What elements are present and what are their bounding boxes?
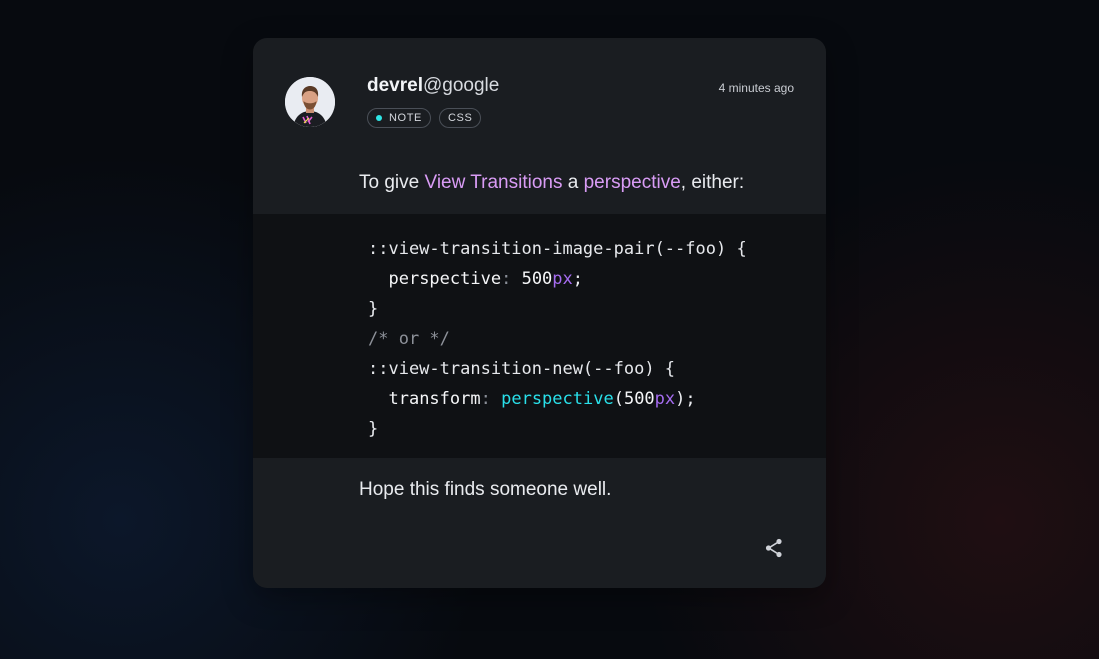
code-unit: px	[552, 269, 573, 289]
share-button[interactable]	[762, 536, 786, 560]
code-colon: :	[480, 389, 491, 409]
author-name[interactable]: devrel@google	[367, 74, 499, 98]
author-user: devrel	[367, 75, 423, 96]
post-card: devrel@google 4 minutes ago NOTE CSS To …	[253, 38, 826, 588]
code-line-1: ::view-transition-image-pair(--foo) {	[368, 234, 747, 264]
code-line-3: }	[368, 294, 747, 324]
intro-text-middle: a	[562, 172, 584, 193]
code-line-4: /* or */	[368, 324, 747, 354]
code-semicolon: );	[675, 389, 696, 409]
intro-text-start: To give	[359, 172, 425, 193]
author-domain: @google	[422, 75, 500, 96]
code-function: perspective	[501, 389, 614, 409]
code-semicolon: ;	[572, 269, 584, 289]
code-content: ::view-transition-image-pair(--foo) { pe…	[368, 234, 747, 444]
post-intro-text: To give View Transitions a perspective, …	[359, 171, 744, 195]
code-number: 500	[623, 389, 655, 409]
code-property: perspective	[388, 269, 502, 289]
code-line-5: ::view-transition-new(--foo) {	[368, 354, 747, 384]
code-selector: ::view-transition-image-pair(--foo) {	[368, 239, 747, 259]
code-brace: }	[368, 419, 379, 439]
avatar[interactable]	[285, 77, 335, 127]
code-block: ::view-transition-image-pair(--foo) { pe…	[253, 214, 826, 458]
code-selector: ::view-transition-new(--foo) {	[368, 359, 676, 379]
link-view-transitions[interactable]: View Transitions	[424, 172, 562, 193]
tag-dot-icon	[376, 115, 382, 121]
code-line-2: perspective: 500px;	[368, 264, 747, 294]
code-unit: px	[654, 389, 676, 409]
code-colon: :	[501, 269, 512, 289]
share-icon	[765, 538, 782, 558]
code-number: 500	[521, 269, 553, 289]
code-comment: /* or */	[368, 329, 450, 349]
link-perspective[interactable]: perspective	[584, 172, 681, 193]
tag-css[interactable]: CSS	[438, 108, 482, 128]
code-brace: }	[368, 299, 379, 319]
post-timestamp: 4 minutes ago	[718, 81, 794, 95]
post-header: devrel@google 4 minutes ago NOTE CSS	[253, 38, 826, 178]
tag-css-label: CSS	[447, 112, 473, 124]
avatar-image	[285, 77, 335, 127]
code-line-7: }	[368, 414, 747, 444]
intro-text-end: , either:	[680, 172, 745, 193]
tag-note-label: NOTE	[389, 112, 422, 124]
code-property: transform	[388, 389, 481, 409]
tag-list: NOTE CSS	[367, 108, 482, 128]
post-outro-text: Hope this finds someone well.	[359, 479, 612, 500]
code-line-6: transform: perspective(500px);	[368, 384, 747, 414]
tag-note[interactable]: NOTE	[367, 108, 431, 128]
code-paren: (	[613, 389, 624, 409]
